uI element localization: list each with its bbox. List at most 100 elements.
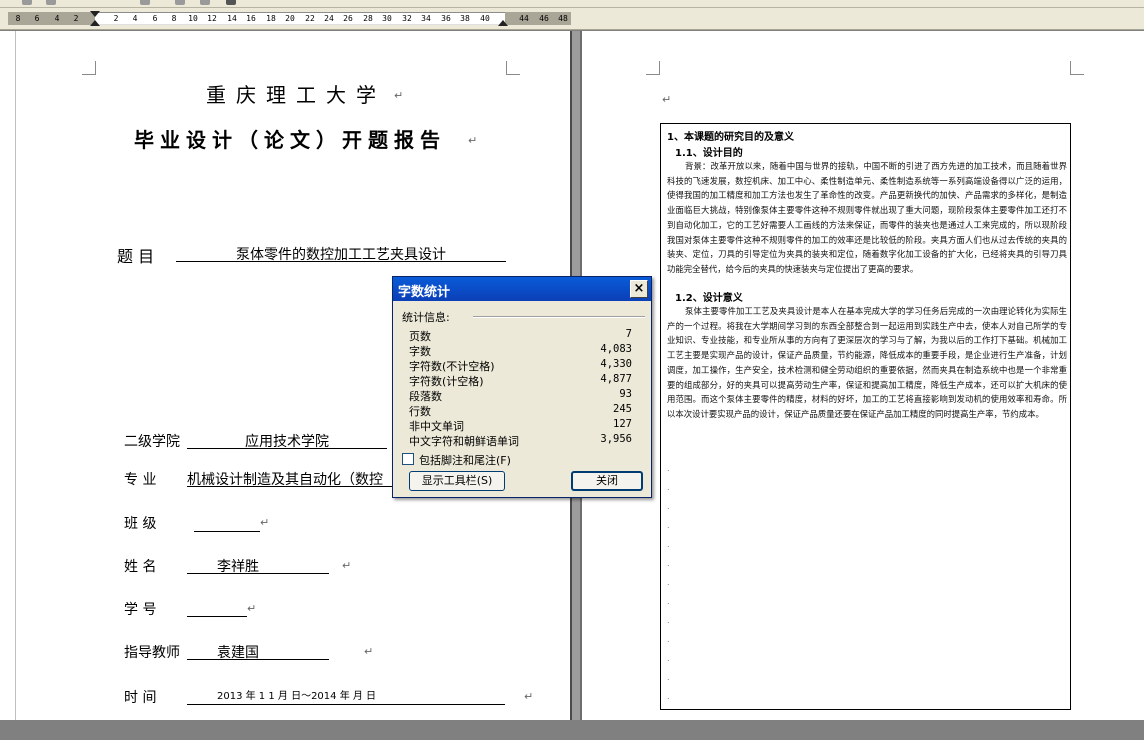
toolbar-strip (0, 0, 1144, 8)
close-icon[interactable]: × (630, 280, 648, 298)
ruler-tick-label: 8 (15, 14, 21, 23)
advisor-value: 袁建国 (187, 642, 329, 661)
report-title: 毕业设计（论文）开题报告 (134, 128, 446, 152)
content-table-cell[interactable]: 1、本课题的研究目的及意义 1.1、设计目的 背景：改革开放以来，随着中国与世界… (660, 123, 1071, 710)
paragraph-mark: ↵ (247, 602, 257, 615)
paragraph-text: 泵体主要零件加工工艺及夹具设计是本人在基本完成大学的学习任务后完成的一次由理论转… (667, 306, 1067, 419)
stat-label: 非中文单词 (409, 420, 464, 433)
toolbar-icon[interactable] (46, 0, 56, 5)
word-count-dialog[interactable]: 字数统计 × 统计信息: 页数 7 字数 4,083 字符数(不计空格) 4,330 字符数… (392, 276, 652, 498)
toolbar-icon[interactable] (22, 0, 32, 5)
margin-corner (82, 61, 96, 75)
hanging-indent-marker[interactable] (90, 20, 100, 26)
ruler-tick-label: 2 (113, 14, 119, 23)
stat-label: 中文字符和朝鲜语单词 (409, 435, 519, 448)
ruler-tick-label: 14 (227, 14, 237, 23)
stat-value: 245 (613, 403, 632, 415)
stat-label: 字数 (409, 345, 431, 358)
major-label: 专 业 (124, 472, 157, 488)
ruler-tick-label: 18 (266, 14, 276, 23)
stat-label: 段落数 (409, 390, 442, 403)
toolbar-icon[interactable] (140, 0, 150, 5)
paragraph-mark: ↵ (260, 516, 270, 529)
dialog-titlebar[interactable]: 字数统计 × (393, 277, 651, 301)
name-value: 李祥胜 (187, 556, 329, 575)
margin-corner (506, 61, 520, 75)
subsection-heading: 1.2、设计意义 (675, 293, 743, 304)
stat-value: 4,083 (600, 343, 632, 355)
empty-paragraph-marks: ............. (667, 464, 670, 701)
ruler-tick-label: 38 (460, 14, 470, 23)
stat-row: 字符数(不计空格) 4,330 (409, 358, 632, 373)
ruler-tick-label: 16 (246, 14, 256, 23)
university-title: 重庆理工大学 (206, 83, 386, 107)
class-value (194, 514, 260, 532)
ruler-tick-label: 26 (343, 14, 353, 23)
show-toolbar-button[interactable]: 显示工具栏(S) (409, 471, 505, 491)
stat-row: 中文字符和朝鲜语单词 3,956 (409, 433, 632, 448)
advisor-label: 指导教师 (124, 645, 180, 661)
stat-value: 7 (625, 328, 632, 340)
stat-row: 字数 4,083 (409, 343, 632, 358)
paragraph-mark: ↵ (524, 690, 534, 703)
ruler-tick-label: 10 (188, 14, 198, 23)
ruler-tick-label: 48 (558, 14, 568, 23)
ruler-tick-label: 46 (539, 14, 549, 23)
ruler-tick-label: 4 (132, 14, 138, 23)
college-value: 应用技术学院 (187, 431, 387, 450)
ruler-tick-label: 2 (73, 14, 79, 23)
ruler-tick-label: 20 (285, 14, 295, 23)
ruler-tick-label: 4 (54, 14, 60, 23)
first-line-indent-marker[interactable] (90, 11, 100, 17)
margin-corner (1070, 61, 1084, 75)
stat-value: 3,956 (600, 433, 632, 445)
stat-row: 页数 7 (409, 328, 632, 343)
stat-value: 93 (619, 388, 632, 400)
ruler-tick-label: 44 (519, 14, 529, 23)
toolbar-icon[interactable] (200, 0, 210, 5)
stat-row: 行数 245 (409, 403, 632, 418)
ruler-tick-label: 6 (152, 14, 158, 23)
toolbar-icon[interactable] (175, 0, 185, 5)
vertical-ruler (0, 31, 16, 720)
include-footnotes-checkbox[interactable] (402, 453, 414, 465)
close-button[interactable]: 关闭 (571, 471, 643, 491)
stat-label: 行数 (409, 405, 431, 418)
dropdown-arrow-icon[interactable] (226, 0, 236, 5)
include-footnotes-label[interactable]: 包括脚注和尾注(F) (419, 452, 511, 468)
separator (473, 316, 645, 318)
stat-label: 字符数(计空格) (409, 375, 484, 388)
paragraph-mark: ↵ (394, 89, 404, 102)
dialog-title: 字数统计 (398, 285, 451, 300)
ruler-tick-label: 34 (421, 14, 431, 23)
paragraph-mark: ↵ (342, 559, 352, 572)
stat-value: 127 (613, 418, 632, 430)
stat-label: 字符数(不计空格) (409, 360, 495, 373)
college-label: 二级学院 (124, 434, 180, 450)
ruler-tick-label: 32 (402, 14, 412, 23)
time-label: 时 间 (124, 690, 157, 706)
ruler-tick-label: 36 (441, 14, 451, 23)
stat-row: 非中文单词 127 (409, 418, 632, 433)
horizontal-ruler[interactable]: 8 6 4 2 2 4 6 8 10 12 14 16 18 20 22 24 26 28 30 32 34 36 38 40… (0, 8, 1144, 30)
student-id-label: 学 号 (124, 602, 157, 618)
ruler-tick-label: 40 (480, 14, 490, 23)
right-document-page[interactable]: ↵ 1、本课题的研究目的及意义 1.1、设计目的 背景：改革开放以来，随着中国与… (582, 31, 1144, 720)
stat-label: 页数 (409, 330, 431, 343)
section-heading: 1、本课题的研究目的及意义 (667, 132, 794, 143)
ruler-tick-label: 6 (34, 14, 40, 23)
ruler-tick-label: 22 (305, 14, 315, 23)
right-indent-marker[interactable] (498, 20, 508, 26)
stat-row: 段落数 93 (409, 388, 632, 403)
stat-row: 字符数(计空格) 4,877 (409, 373, 632, 388)
ruler-tick-label: 24 (324, 14, 334, 23)
name-label: 姓 名 (124, 559, 157, 575)
ruler-tick-label: 8 (171, 14, 177, 23)
ruler-tick-label: 12 (207, 14, 217, 23)
paragraph-mark: ↵ (662, 93, 672, 106)
ruler-tick-label: 28 (363, 14, 373, 23)
topic-value: 泵体零件的数控加工工艺夹具设计 (176, 244, 506, 263)
ruler-tick-label: 30 (382, 14, 392, 23)
paragraph-mark: ↵ (468, 134, 478, 147)
statistics-label: 统计信息: (402, 311, 450, 324)
